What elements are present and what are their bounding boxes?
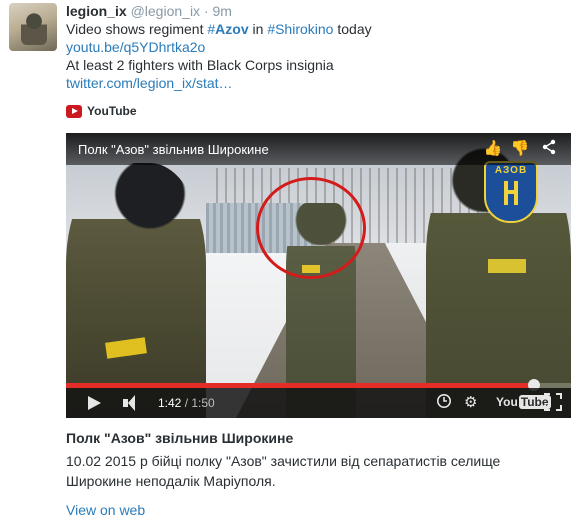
tweet-line-3: At least 2 fighters with Black Corps ins… bbox=[66, 57, 334, 73]
current-time: 1:42 bbox=[158, 396, 182, 410]
avatar[interactable] bbox=[9, 3, 57, 51]
time-display: 1:42 / 1:50 bbox=[158, 396, 215, 410]
tweet-text-fragment: today bbox=[333, 21, 372, 37]
twitter-status-link[interactable]: twitter.com/legion_ix/stat… bbox=[66, 74, 566, 92]
share-icon[interactable] bbox=[539, 139, 559, 159]
card-description-line: Широкине неподалік Маріуполя. bbox=[66, 473, 276, 489]
youtube-logo-you: You bbox=[496, 395, 518, 409]
media-source-label: YouTube bbox=[87, 104, 137, 118]
hashtag-shirokino[interactable]: #Shirokino bbox=[267, 21, 333, 37]
video-frame-armband bbox=[488, 259, 526, 273]
view-on-web-link[interactable]: View on web bbox=[66, 502, 145, 518]
volume-icon[interactable] bbox=[123, 395, 143, 411]
tweet-line-1: Video shows regiment #Azov in #Shirokino… bbox=[66, 20, 566, 38]
avatar-image bbox=[21, 11, 47, 45]
thumbs-up-icon[interactable]: 👍 bbox=[483, 139, 503, 159]
tweet-timestamp[interactable]: 9m bbox=[213, 3, 232, 19]
youtube-icon bbox=[66, 104, 82, 118]
watch-later-icon[interactable] bbox=[436, 393, 452, 413]
youtube-link[interactable]: youtu.be/q5YDhrtka2o bbox=[66, 38, 566, 56]
video-title[interactable]: Полк "Азов" звільнив Широкине bbox=[78, 142, 269, 157]
user-handle[interactable]: @legion_ix bbox=[131, 3, 200, 19]
video-player[interactable]: АЗОВ Полк "Азов" звільнив Широкине 👍 👎 1… bbox=[66, 133, 571, 418]
user-name[interactable]: legion_ix bbox=[66, 3, 127, 19]
patch-emblem bbox=[504, 181, 518, 205]
card-description-line: 10.02 2015 р бійці полку "Азов" зачистил… bbox=[66, 453, 501, 469]
hashtag-term: Azov bbox=[215, 21, 249, 37]
patch-text: АЗОВ bbox=[494, 165, 528, 176]
thumbs-down-icon[interactable]: 👎 bbox=[510, 139, 530, 159]
video-frame-figure bbox=[66, 163, 206, 418]
tweet-header: legion_ix @legion_ix · 9m bbox=[66, 2, 232, 20]
hashtag-symbol: # bbox=[207, 21, 216, 37]
tweet-text-fragment: Video shows regiment bbox=[66, 21, 208, 37]
total-duration: 1:50 bbox=[191, 396, 215, 410]
youtube-logo[interactable]: You Tube bbox=[496, 395, 551, 409]
time-separator: / bbox=[181, 396, 192, 410]
media-source[interactable]: YouTube bbox=[66, 101, 137, 121]
video-controls: 1:42 / 1:50 ⚙ You Tube bbox=[66, 388, 571, 418]
tweet-text: Video shows regiment #Azov in #Shirokino… bbox=[66, 20, 566, 92]
play-icon[interactable] bbox=[88, 396, 101, 410]
tweet-text-fragment: in bbox=[248, 21, 268, 37]
settings-gear-icon[interactable]: ⚙ bbox=[464, 393, 477, 413]
fullscreen-icon[interactable] bbox=[544, 393, 562, 413]
card-title[interactable]: Полк "Азов" звільнив Широкине bbox=[66, 430, 293, 446]
highlight-circle bbox=[256, 177, 366, 279]
card-description: 10.02 2015 р бійці полку "Азов" зачистил… bbox=[66, 451, 566, 491]
time-separator: · bbox=[203, 3, 209, 19]
hashtag-azov[interactable]: #Azov bbox=[207, 21, 248, 37]
azov-patch: АЗОВ bbox=[484, 161, 538, 223]
